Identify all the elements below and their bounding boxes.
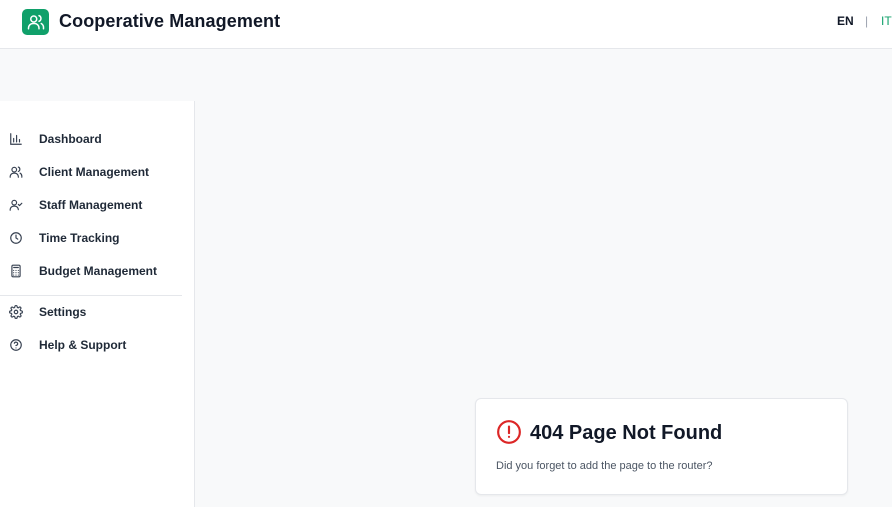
error-message: Did you forget to add the page to the ro… xyxy=(496,460,713,472)
sidebar-item-help-support[interactable]: Help & Support xyxy=(0,331,195,359)
sidebar-item-settings[interactable]: Settings xyxy=(0,298,195,326)
app-header: Cooperative Management EN | IT xyxy=(0,0,892,49)
language-it-button[interactable]: IT xyxy=(881,14,892,28)
users-icon xyxy=(8,164,23,179)
users-icon xyxy=(27,14,44,30)
sidebar-item-label: Dashboard xyxy=(39,132,102,146)
sidebar-item-client-management[interactable]: Client Management xyxy=(0,158,195,186)
sidebar-item-staff-management[interactable]: Staff Management xyxy=(0,191,195,219)
sidebar-item-dashboard[interactable]: Dashboard xyxy=(0,125,195,153)
sidebar-item-label: Staff Management xyxy=(39,198,143,212)
sidebar-item-label: Budget Management xyxy=(39,264,158,278)
sidebar-item-label: Time Tracking xyxy=(39,231,120,245)
language-en-button[interactable]: EN xyxy=(837,14,854,28)
app-logo[interactable] xyxy=(22,9,49,35)
help-circle-icon xyxy=(8,337,23,352)
app-title: Cooperative Management xyxy=(59,11,281,31)
sidebar-item-label: Help & Support xyxy=(39,338,127,352)
sidebar: Dashboard Client Management Staff Manage… xyxy=(0,101,195,507)
language-separator: | xyxy=(865,14,869,28)
sidebar-divider xyxy=(0,295,182,296)
sidebar-item-budget-management[interactable]: Budget Management xyxy=(0,257,195,285)
user-check-icon xyxy=(8,197,23,212)
bar-chart-icon xyxy=(8,131,23,146)
not-found-card: 404 Page Not Found Did you forget to add… xyxy=(475,398,848,495)
clock-icon xyxy=(8,230,23,245)
sidebar-item-label: Client Management xyxy=(39,165,150,179)
sidebar-item-label: Settings xyxy=(39,305,87,319)
calculator-icon xyxy=(8,263,23,278)
sidebar-item-time-tracking[interactable]: Time Tracking xyxy=(0,224,195,252)
gear-icon xyxy=(8,304,23,319)
error-title: 404 Page Not Found xyxy=(530,422,723,444)
alert-circle-icon xyxy=(497,420,521,444)
